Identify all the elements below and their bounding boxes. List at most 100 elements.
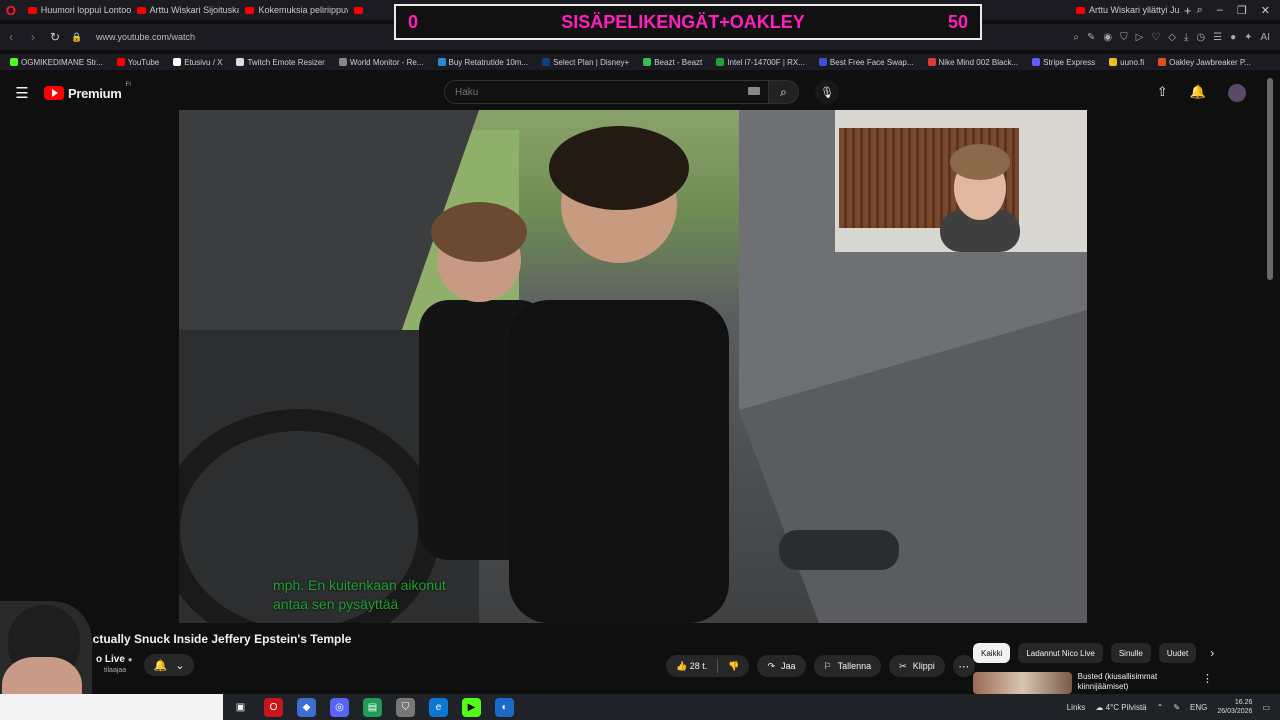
bookmark-favicon-icon <box>1158 58 1167 66</box>
chevron-down-icon: ⌄ <box>175 659 185 672</box>
like-button[interactable]: 👍 28 t. <box>676 661 707 672</box>
keyboard-icon[interactable] <box>748 87 760 95</box>
chip-uploaded-by[interactable]: Ladannut Nico Live <box>1018 643 1103 663</box>
close-window-icon[interactable]: ✕ <box>1261 4 1270 17</box>
reload-icon[interactable]: ↻ <box>44 30 66 44</box>
weather-widget[interactable]: ☁ 4°C Pilvistä <box>1095 703 1146 712</box>
browser-tab[interactable]: Huumori loppui Lontoossa✕ <box>22 0 131 20</box>
browser-tab[interactable]: Arttu Wiskari Sijoituskasti <box>131 0 239 20</box>
bookmark-item[interactable]: Twitch Emote Resizer <box>236 58 325 67</box>
shield-app-icon[interactable]: ⛉ <box>396 697 415 717</box>
language-indicator[interactable]: ENG <box>1190 703 1207 712</box>
avatar[interactable] <box>1228 84 1246 102</box>
browser-tab[interactable] <box>348 0 378 20</box>
microphone-icon[interactable]: 🎙 <box>815 80 839 104</box>
chip-for-you[interactable]: Sinulle <box>1110 643 1151 663</box>
search-button[interactable]: ⌕ <box>769 80 799 104</box>
back-icon[interactable]: ‹ <box>0 30 22 44</box>
app-icon[interactable]: ▤ <box>363 697 382 717</box>
youtube-favicon-icon <box>27 6 37 14</box>
new-tab-button[interactable]: + <box>1179 3 1197 18</box>
video-player[interactable]: mph. En kuitenkaan aikonut antaa sen pys… <box>179 110 1087 623</box>
subscription-bell-button[interactable]: 🔔 ⌄ <box>144 654 194 676</box>
bell-icon[interactable]: 🔔 <box>1190 84 1206 102</box>
youtube-favicon-icon <box>1075 6 1085 14</box>
driver-body <box>509 300 729 623</box>
lock-icon: 🔒 <box>71 31 83 42</box>
browser-tab[interactable]: Arttu Wiskari yllättyi Juha <box>1070 0 1179 20</box>
history-icon[interactable]: ◷ <box>1196 32 1205 43</box>
search-icon[interactable]: ⌕ <box>1073 32 1079 43</box>
bookmark-item[interactable]: Beazt - Beazt <box>643 58 702 67</box>
recommended-title[interactable]: Busted (kiusallisimmat kiinnijäämiset) <box>1078 672 1196 694</box>
bookmark-item[interactable]: YouTube <box>116 58 159 67</box>
recommended-thumbnail[interactable] <box>973 672 1072 694</box>
screen: O Huumori loppui Lontoossa✕ Arttu Wiskar… <box>0 0 1280 720</box>
recommended-video[interactable]: Busted (kiusallisimmat kiinnijäämiset) ⋮ <box>973 672 1273 694</box>
search-input[interactable] <box>444 80 769 104</box>
opera-icon[interactable]: O <box>264 697 283 717</box>
edge-icon[interactable]: e <box>429 697 448 717</box>
profile-icon[interactable]: ● <box>1230 32 1236 43</box>
chevron-right-icon[interactable]: › <box>1210 646 1214 660</box>
camera-icon[interactable]: ◉ <box>1103 32 1112 43</box>
bookmark-favicon-icon <box>236 58 245 66</box>
more-vert-icon[interactable]: ⋮ <box>1202 672 1273 694</box>
chip-all[interactable]: Kaikki <box>973 643 1011 663</box>
bookmark-item[interactable]: Nike Mind 002 Black... <box>927 58 1018 67</box>
bookmark-item[interactable]: Stripe Express <box>1032 58 1095 67</box>
youtube-logo[interactable]: Premium FI <box>44 82 131 101</box>
verified-icon: ● <box>127 655 133 664</box>
video-caption: mph. En kuitenkaan aikonut antaa sen pys… <box>273 577 446 612</box>
ai-icon[interactable]: AI <box>1261 32 1270 43</box>
bookmark-item[interactable]: Oakley Jawbreaker P... <box>1158 58 1251 67</box>
bookmark-item[interactable]: Intel i7-14700F | RX... <box>716 58 805 67</box>
discord-icon[interactable]: ◎ <box>330 697 349 717</box>
upload-icon[interactable]: ⇧ <box>1157 84 1168 102</box>
taskbar-apps: ▣ O ◆ ◎ ▤ ⛉ e ▶ ◐ <box>231 697 514 717</box>
bookmark-item[interactable]: Best Free Face Swap... <box>818 58 914 67</box>
url-field[interactable]: www.youtube.com/watch <box>96 32 195 42</box>
chevron-up-icon[interactable]: ⌃ <box>1157 703 1164 712</box>
bookmark-item[interactable]: Etusivu / X <box>173 58 222 67</box>
steam-icon[interactable]: ◐ <box>495 697 514 717</box>
heart-icon[interactable]: ♡ <box>1151 32 1160 43</box>
notification-icon[interactable]: ▭ <box>1262 703 1270 712</box>
maximize-icon[interactable]: ❐ <box>1237 4 1247 17</box>
pen-icon[interactable]: ✎ <box>1173 703 1180 712</box>
clock[interactable]: 16.26 26/03/2026 <box>1217 698 1252 716</box>
minimize-icon[interactable]: – <box>1217 4 1223 17</box>
bookmark-item[interactable]: OGMIKEDIMANE Str... <box>10 58 103 67</box>
bookmark-item[interactable]: Buy Retatrutide 10m... <box>437 58 528 67</box>
opera-logo-icon[interactable]: O <box>0 0 22 20</box>
search-box: ⌕ 🎙 <box>444 80 839 104</box>
edit-icon[interactable]: ✎ <box>1087 32 1095 43</box>
chip-new[interactable]: Uudet <box>1158 643 1197 663</box>
hamburger-menu-icon[interactable]: ☰ <box>0 84 44 102</box>
save-button[interactable]: ⚐ Tallenna <box>813 655 882 677</box>
bookmark-favicon-icon <box>927 58 936 66</box>
bookmark-item[interactable]: uuno.fi <box>1109 58 1144 67</box>
download-icon[interactable]: ⤓ <box>1184 32 1188 43</box>
task-view-icon[interactable]: ▣ <box>231 698 250 717</box>
app-icon[interactable]: ◆ <box>297 697 316 717</box>
forward-icon[interactable]: › <box>22 30 44 44</box>
share-button[interactable]: ↷ Jaa <box>757 655 806 677</box>
search-tabs-icon[interactable]: ⌕ <box>1197 4 1203 17</box>
channel-name[interactable]: o Live ● <box>96 654 133 665</box>
taskbar-search[interactable] <box>0 694 223 720</box>
bookmark-item[interactable]: World Monitor - Re... <box>338 58 424 67</box>
cube-icon[interactable]: ◇ <box>1168 32 1176 43</box>
play-icon[interactable]: ▷ <box>1136 32 1144 43</box>
browser-tab[interactable]: Kokemuksia peliriippuvaisi <box>239 0 348 20</box>
links-toolbar[interactable]: Links <box>1067 703 1086 712</box>
shield-icon[interactable]: ⛉ <box>1120 32 1128 43</box>
extension-icon[interactable]: ✦ <box>1244 32 1252 43</box>
bookmark-item[interactable]: Select Plan | Disney+ <box>542 58 629 67</box>
more-actions-button[interactable]: ⋯ <box>952 655 975 677</box>
page-scrollbar[interactable] <box>1267 78 1273 280</box>
clip-button[interactable]: ✂ Klippi <box>889 655 945 677</box>
menu-icon[interactable]: ☰ <box>1213 32 1222 43</box>
kick-icon[interactable]: ▶ <box>462 697 481 717</box>
dislike-button[interactable]: 👎 <box>728 661 739 672</box>
